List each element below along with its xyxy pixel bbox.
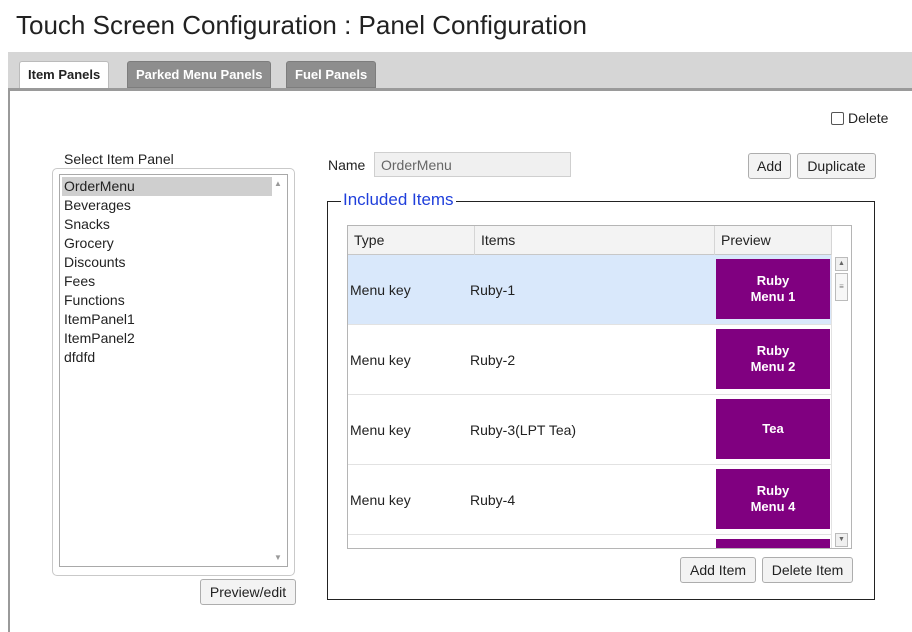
column-header-items[interactable]: Items xyxy=(475,226,715,255)
column-header-preview[interactable]: Preview xyxy=(715,226,832,255)
cell-item: Ruby-4 xyxy=(470,492,516,508)
cell-type: Menu key xyxy=(350,422,411,438)
list-item[interactable]: ItemPanel1 xyxy=(62,310,272,329)
list-item[interactable]: Fees xyxy=(62,272,272,291)
column-header-type[interactable]: Type xyxy=(348,226,475,255)
delete-checkbox[interactable]: Delete xyxy=(831,110,888,126)
grid-header: Type Items Preview xyxy=(348,226,832,255)
add-button[interactable]: Add xyxy=(748,153,791,179)
scroll-up-icon[interactable]: ▲ xyxy=(835,257,848,271)
preview-edit-button[interactable]: Preview/edit xyxy=(200,579,296,605)
scroll-down-icon[interactable]: ▼ xyxy=(274,553,282,562)
list-item[interactable]: Discounts xyxy=(62,253,272,272)
tab-bar: Item Panels Parked Menu Panels Fuel Pane… xyxy=(8,52,912,89)
list-item[interactable]: Beverages xyxy=(62,196,272,215)
tab-parked-menu-panels[interactable]: Parked Menu Panels xyxy=(127,61,272,88)
preview-key[interactable]: Ruby Menu 4 xyxy=(716,469,830,529)
included-items-grid: Type Items Preview Menu key Ruby-1 Ruby Me… xyxy=(347,225,852,549)
item-panel-legend: Select Item Panel xyxy=(62,151,176,167)
list-item[interactable]: ItemPanel2 xyxy=(62,329,272,348)
grid-scrollbar[interactable]: ▲ ≡ ▼ xyxy=(831,255,851,548)
delete-item-button[interactable]: Delete Item xyxy=(762,557,853,583)
cell-item: Ruby-2 xyxy=(470,352,516,368)
duplicate-button[interactable]: Duplicate xyxy=(797,153,876,179)
scroll-thumb[interactable]: ≡ xyxy=(835,273,848,301)
delete-checkbox-box[interactable] xyxy=(831,111,844,125)
included-items-legend: Included Items xyxy=(341,190,456,210)
tab-fuel-panels[interactable]: Fuel Panels xyxy=(286,61,377,88)
list-item[interactable]: Grocery xyxy=(62,234,272,253)
add-item-button[interactable]: Add Item xyxy=(680,557,756,583)
table-row[interactable]: Menu key Ruby-4 Ruby Menu 4 xyxy=(348,465,832,535)
cell-type: Menu key xyxy=(350,492,411,508)
name-label: Name xyxy=(328,157,366,173)
delete-checkbox-label: Delete xyxy=(848,110,889,126)
scroll-down-icon[interactable]: ▼ xyxy=(835,533,848,547)
preview-key[interactable]: Ruby Menu 2 xyxy=(716,329,830,389)
name-field[interactable] xyxy=(374,152,571,177)
page-title: Touch Screen Configuration : Panel Confi… xyxy=(16,10,587,40)
preview-key[interactable] xyxy=(716,539,830,548)
preview-key[interactable]: Tea xyxy=(716,399,830,459)
cell-type: Menu key xyxy=(350,282,411,298)
table-row[interactable]: Menu key Ruby-2 Ruby Menu 2 xyxy=(348,325,832,395)
table-row-partial[interactable] xyxy=(348,535,832,548)
cell-item: Ruby-3(LPT Tea) xyxy=(470,422,577,438)
scroll-up-icon[interactable]: ▲ xyxy=(274,179,282,188)
table-row[interactable]: Menu key Ruby-3(LPT Tea) Tea xyxy=(348,395,832,465)
preview-key[interactable]: Ruby Menu 1 xyxy=(716,259,830,319)
item-panel-listbox[interactable]: OrderMenu Beverages Snacks Grocery Discounts… xyxy=(59,174,288,567)
cell-item: Ruby-1 xyxy=(470,282,516,298)
list-item[interactable]: dfdfd xyxy=(62,348,272,367)
list-item[interactable]: OrderMenu xyxy=(62,177,272,196)
list-item[interactable]: Functions xyxy=(62,291,272,310)
tab-item-panels[interactable]: Item Panels xyxy=(19,61,110,89)
table-row[interactable]: Menu key Ruby-1 Ruby Menu 1 xyxy=(348,255,832,325)
list-item[interactable]: Snacks xyxy=(62,215,272,234)
cell-type: Menu key xyxy=(350,352,411,368)
listbox-scrollbar[interactable]: ▲ ▼ xyxy=(270,175,287,566)
